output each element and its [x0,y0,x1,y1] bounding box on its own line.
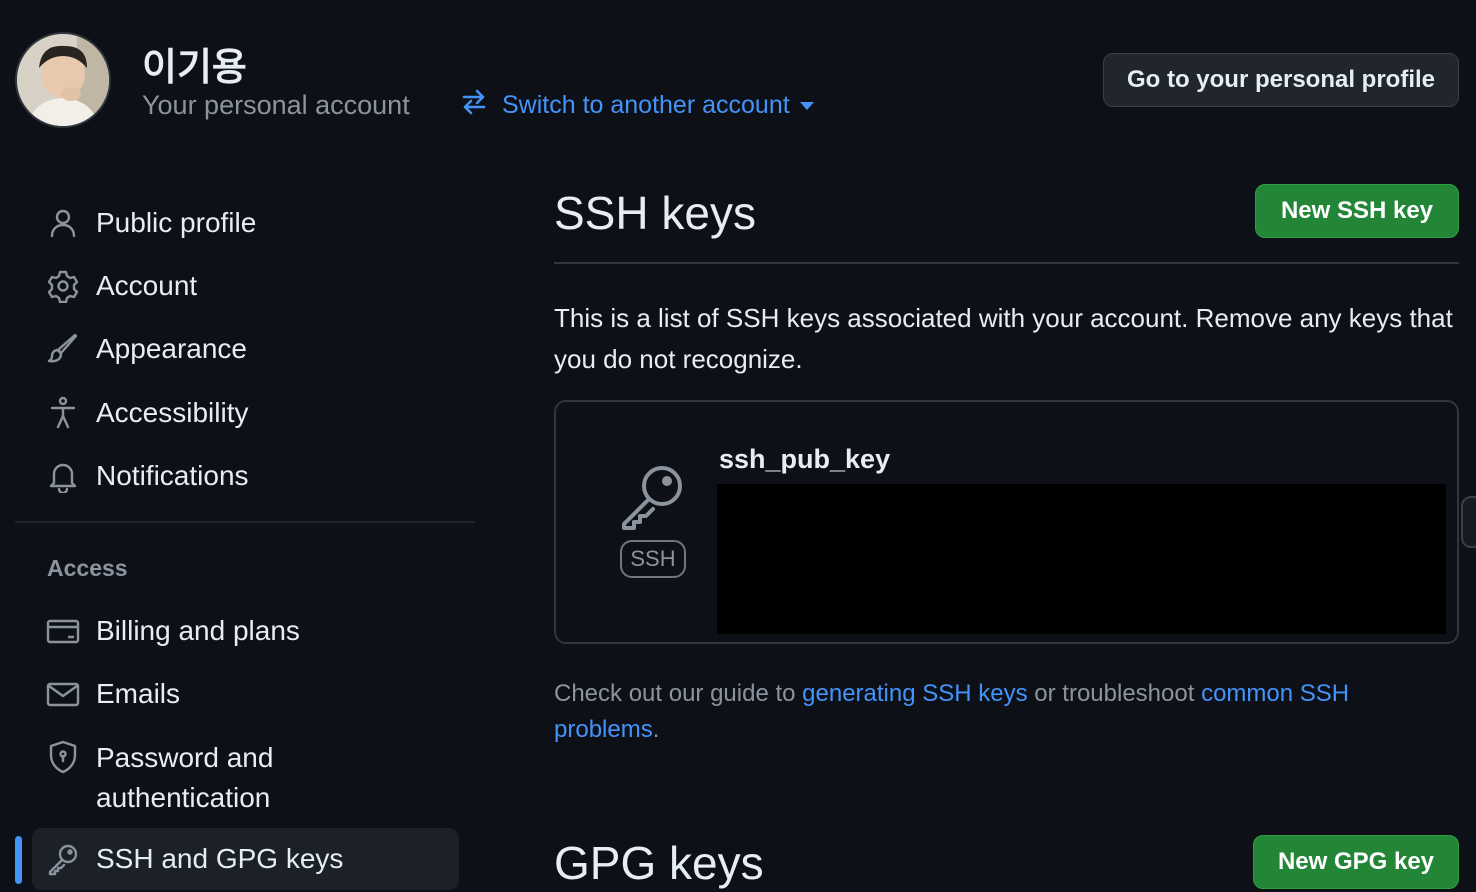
sidebar-item-label: Emails [96,678,181,709]
redacted-key-details [717,484,1446,634]
sidebar-item-accessibility[interactable]: Accessibility [32,392,459,434]
sidebar-item-label: Password and [96,742,274,773]
account-type-label: Your personal account [142,90,410,120]
sidebar-heading-access: Access [47,555,128,581]
gpg-keys-title: GPG keys [554,837,764,889]
sidebar-item-label: Notifications [96,460,249,491]
section-divider [554,262,1459,264]
ssh-keys-title: SSH keys [554,187,756,239]
sidebar-item-public-profile[interactable]: Public profile [32,202,459,244]
ssh-badge: SSH [620,540,686,578]
sidebar-item-password-authentication[interactable]: Password and authentication [32,738,459,818]
switch-account-link[interactable]: Switch to another account [460,88,814,123]
go-to-profile-button[interactable]: Go to your personal profile [1103,53,1459,107]
sidebar-item-notifications[interactable]: Notifications [32,455,459,497]
scroll-handle[interactable] [1461,496,1476,548]
gear-icon [46,269,80,304]
sidebar-item-label: Accessibility [96,397,249,428]
guide-middle: or troubleshoot [1027,680,1202,707]
ssh-guide-text: Check out our guide to generating SSH ke… [554,676,1434,748]
person-icon [46,206,80,240]
key-icon [46,842,80,876]
sidebar-item-label: Account [96,270,198,301]
sidebar-item-label: Billing and plans [96,615,300,646]
sidebar-item-appearance[interactable]: Appearance [32,328,459,370]
sidebar-item-label: Public profile [96,207,257,238]
new-gpg-key-button[interactable]: New GPG key [1253,835,1459,889]
new-ssh-key-button[interactable]: New SSH key [1255,184,1459,238]
avatar[interactable] [15,32,111,128]
caret-down-icon [799,101,814,110]
mail-icon [46,677,80,711]
credit-card-icon [46,614,80,648]
sidebar-item-label-line2: authentication [96,782,271,813]
user-name: 이기용 [142,45,247,89]
sidebar-item-ssh-gpg-keys[interactable]: SSH and GPG keys [32,828,459,890]
switch-account-label: Switch to another account [502,91,790,119]
sidebar-item-label: Appearance [96,333,248,364]
guide-suffix: . [652,716,660,743]
key-icon [616,460,688,532]
paintbrush-icon [46,332,80,366]
accessibility-icon [46,396,80,430]
arrow-switch-icon [460,88,488,123]
ssh-keys-description: This is a list of SSH keys associated wi… [554,303,1453,374]
guide-prefix: Check out our guide to [554,680,803,707]
selected-indicator [15,836,22,884]
sidebar-item-billing[interactable]: Billing and plans [32,610,459,652]
generating-ssh-keys-link[interactable]: generating SSH keys [802,680,1027,707]
sidebar-item-label: SSH and GPG keys [96,843,344,874]
sidebar-item-account[interactable]: Account [32,265,459,307]
sidebar-item-emails[interactable]: Emails [32,673,459,715]
shield-lock-icon [46,740,80,774]
bell-icon [46,459,80,495]
sidebar-divider [15,521,475,523]
ssh-key-title: ssh_pub_key [719,444,891,474]
